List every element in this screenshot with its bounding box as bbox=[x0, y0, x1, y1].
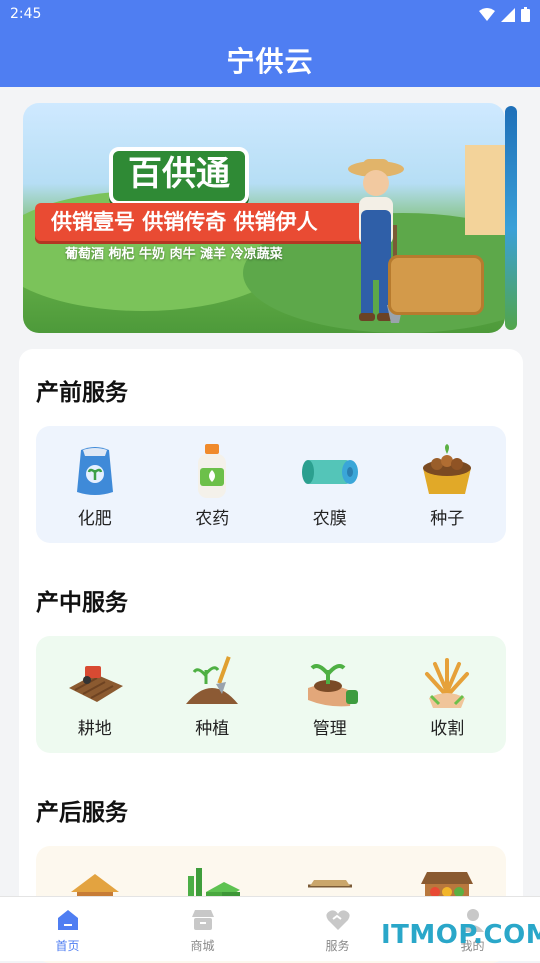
nav-label: 服务 bbox=[325, 939, 350, 953]
section-title-pre: 产前服务 bbox=[36, 380, 128, 406]
planting-icon bbox=[186, 656, 239, 704]
service-label: 农膜 bbox=[312, 509, 347, 529]
banner-house bbox=[465, 145, 505, 235]
signal-icon bbox=[501, 7, 515, 22]
plowing-icon bbox=[68, 666, 123, 702]
service-label: 管理 bbox=[312, 719, 347, 739]
nav-store[interactable]: 商城 bbox=[135, 897, 270, 961]
service-item-harvest[interactable]: 收割 bbox=[397, 636, 497, 739]
status-time: 2:45 bbox=[10, 6, 42, 22]
banner-products: 葡萄酒 枸杞 牛奶 肉牛 滩羊 冷凉蔬菜 bbox=[65, 247, 283, 262]
service-item-planting[interactable]: 种植 bbox=[162, 636, 262, 739]
service-label: 种植 bbox=[195, 719, 230, 739]
page-title: 宁供云 bbox=[226, 45, 314, 78]
home-icon bbox=[57, 910, 78, 930]
fertilizer-bag-icon bbox=[76, 447, 113, 495]
service-label: 化肥 bbox=[77, 509, 112, 529]
next-banner-peek[interactable] bbox=[505, 106, 517, 330]
mid-production-grid: 耕地 种植 管理 收割 bbox=[36, 636, 506, 753]
store-icon bbox=[191, 910, 214, 930]
status-icons bbox=[479, 7, 530, 22]
nav-home[interactable]: 首页 bbox=[0, 897, 135, 961]
service-item-management[interactable]: 管理 bbox=[280, 636, 380, 739]
wheat-harvest-icon bbox=[425, 658, 470, 708]
service-label: 收割 bbox=[430, 719, 465, 739]
service-label: 农药 bbox=[195, 509, 230, 529]
banner-logo: 百供通 bbox=[109, 147, 249, 205]
agricultural-film-icon bbox=[301, 460, 358, 484]
seedling-hand-icon bbox=[307, 664, 358, 707]
service-item-film[interactable]: 农膜 bbox=[280, 426, 380, 529]
battery-icon bbox=[521, 7, 530, 22]
service-label: 种子 bbox=[430, 509, 465, 529]
promo-banner[interactable]: 百供通 供销壹号 供销传奇 供销伊人 葡萄酒 枸杞 牛奶 肉牛 滩羊 冷凉蔬菜 bbox=[23, 103, 505, 333]
pesticide-bottle-icon bbox=[198, 444, 227, 498]
vegetable-basket bbox=[388, 255, 484, 315]
wifi-icon bbox=[479, 7, 495, 21]
service-item-fertilizer[interactable]: 化肥 bbox=[45, 426, 145, 529]
banner-slogan: 供销壹号 供销传奇 供销伊人 bbox=[35, 203, 369, 241]
site-watermark: ITMOP.COM bbox=[381, 920, 540, 950]
heart-service-icon bbox=[325, 910, 350, 930]
section-title-mid: 产中服务 bbox=[36, 590, 128, 616]
service-item-pesticide[interactable]: 农药 bbox=[162, 426, 262, 529]
service-label: 耕地 bbox=[77, 719, 112, 739]
pre-production-grid: 化肥 农药 农膜 种子 bbox=[36, 426, 506, 543]
seed-basket-icon bbox=[423, 444, 472, 494]
service-item-seeds[interactable]: 种子 bbox=[397, 426, 497, 529]
app-bar: 2:45 宁供云 bbox=[0, 0, 540, 87]
section-title-post: 产后服务 bbox=[36, 800, 128, 826]
nav-label: 首页 bbox=[55, 939, 80, 953]
status-bar: 2:45 bbox=[10, 6, 530, 26]
services-card: 产前服务 化肥 农药 农膜 种子 产中服务 耕地 种植 管理 收割 产后服务 bbox=[19, 349, 523, 963]
service-item-plowing[interactable]: 耕地 bbox=[45, 636, 145, 739]
nav-label: 商城 bbox=[190, 939, 215, 953]
